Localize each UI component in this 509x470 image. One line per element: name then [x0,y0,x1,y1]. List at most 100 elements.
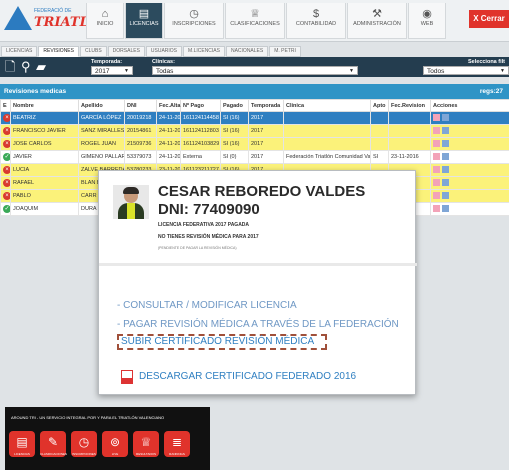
chevron-down-icon: ▼ [349,68,354,74]
promo-banner: AROUND TRI - UN SERVICIO INTEGRAL POR Y … [5,407,210,470]
col-dni[interactable]: DNI [124,99,157,112]
promo-clasificaciones[interactable]: ✎ CLASIFICACIONES [40,431,67,457]
edit-icon[interactable] [433,191,440,199]
promo-title: AROUND TRI - UN SERVICIO INTEGRAL POR Y … [11,415,165,420]
cell-nombre: JAVIER [10,150,79,164]
chevron-down-icon: ▼ [124,68,129,74]
consultar-licencia-link[interactable]: - CONSULTAR / MODIFICAR LICENCIA [117,300,297,311]
temporada-select[interactable]: 2017 ▼ [91,66,133,75]
table-row[interactable]: × JOSE CARLOS ROGEL JUAN 21509736 24-11-20 16… [0,137,509,151]
col-nombre[interactable]: Nombre [10,99,79,112]
document-icon[interactable] [442,152,449,160]
col-clinica[interactable]: Clínica [283,99,371,112]
promo-live[interactable]: ⊚ LIVE [102,431,128,457]
col-fec-alta[interactable]: Fec.Alta [156,99,181,112]
tab-licencias[interactable]: LICENCIAS [1,46,38,57]
dollar-icon: $ [312,8,320,20]
document-icon[interactable] [442,126,449,134]
cell-apto [370,124,389,138]
logo-subtitle: FEDERACIÓ DE [34,8,72,14]
status-cell: × [0,111,11,125]
edit-icon[interactable] [433,165,440,173]
table-row[interactable]: × FRANCISCO JAVIER SANZ MIRALLES 20154861 24… [0,124,509,138]
tab-usuarios[interactable]: USUARIOS [145,46,183,57]
edit-icon[interactable] [433,139,440,147]
cell-pagado: SI (0) [220,150,249,164]
revision-status: NO TIENES REVISIÓN MÉDICA PARA 2017 [158,234,259,240]
nav-inicio[interactable]: ⌂ INICIO [86,3,124,39]
tab-m-petri[interactable]: M. PETRI [269,46,301,57]
nav-clasificaciones[interactable]: ♕ CLASIFICACIONES [225,3,285,39]
actions-cell [430,202,509,216]
col-apto[interactable]: Apto [370,99,389,112]
nav-licencias[interactable]: ▤ LICENCIAS [125,3,163,39]
tab-revisiones[interactable]: REVISIONES [38,46,79,57]
document-icon[interactable] [442,178,449,186]
divider [99,263,417,266]
edit-icon[interactable] [433,204,440,212]
document-icon[interactable] [442,113,449,121]
document-icon[interactable] [442,165,449,173]
status-x-icon: × [3,192,10,200]
tab-clubs[interactable]: CLUBS [79,46,107,57]
document-icon[interactable] [442,204,449,212]
cell-pago: 161124114458 [180,111,221,125]
cell-alta: 24-11-2016 [156,137,181,151]
edit-icon[interactable] [433,152,440,160]
tab-dorsales[interactable]: DORSALES [107,46,145,57]
pencil-icon: ✎ [47,435,59,449]
tools-icon: ⚒ [372,8,382,20]
document-icon[interactable] [442,139,449,147]
tab-m-licencias[interactable]: M.LICENCIAS [183,46,225,57]
athlete-photo [113,185,149,219]
new-document-icon[interactable]: 🗋 [5,60,15,74]
athlete-dni: DNI: 77409090 [158,201,260,218]
cell-apellido: GIMENO PALLARES [78,150,125,164]
filter-bar: 🗋 ⚲ ▰ Temporada: 2017 ▼ Clínicas: Todas ▼ … [0,57,509,77]
cell-clinica [283,111,371,125]
cell-dni: 20019218 [124,111,157,125]
col-fec-revision[interactable]: Fec.Revision [388,99,431,112]
pagar-revision-link[interactable]: - PAGAR REVISIÓN MÉDICA A TRAVÉS DE LA F… [117,319,399,330]
cell-nombre: LUCIA [10,163,79,177]
status-x-icon: × [3,114,10,122]
athlete-name: CESAR REBOREDO VALDES [158,183,366,200]
main-nav: ⌂ INICIO ▤ LICENCIAS ◷ INSCRIPCIONES ♕ CLASI… [86,3,447,39]
edit-icon[interactable] [433,126,440,134]
col-num-pago[interactable]: Nº Pago [180,99,221,112]
edit-icon[interactable] [433,178,440,186]
folder-open-icon[interactable]: ▰ [36,60,46,74]
descargar-certificado-link[interactable]: DESCARGAR CERTIFICADO FEDERADO 2016 [139,371,356,382]
clinicas-select[interactable]: Todas ▼ [152,66,358,75]
promo-inscripciones[interactable]: ◷ INSCRIPCIONES [71,431,97,457]
col-temporada[interactable]: Temporada [248,99,284,112]
cell-clinica [283,124,371,138]
federation-logo[interactable]: FEDERACIÓ DE TRIATLÓ [4,6,100,36]
col-apellido[interactable]: Apellido [78,99,125,112]
tab-nacionales[interactable]: NACIONALES [225,46,269,57]
nav-administracion[interactable]: ⚒ ADMINISTRACIÓN [347,3,407,39]
table-row[interactable]: ✓JAVIERGIMENO PALLARES5337907324-11-2016… [0,150,509,164]
col-estado[interactable]: E [0,99,11,112]
nav-contabilidad[interactable]: $ CONTABILIDAD [286,3,346,39]
close-button[interactable]: X Cerrar [469,10,509,28]
status-check-icon: ✓ [3,205,10,213]
cell-temp: 2017 [248,137,284,151]
todos-select[interactable]: Todos ▼ [423,66,509,75]
cell-alta: 24-11-2016 [156,150,181,164]
subir-certificado-link[interactable]: SUBIR CERTIFICADO REVISIÓN MÉDICA [121,336,314,347]
cell-pagado: SI (16) [220,137,249,151]
search-icon[interactable]: ⚲ [21,60,31,74]
athlete-popup: CESAR REBOREDO VALDES DNI: 77409090 LICE… [98,170,417,395]
edit-icon[interactable] [433,113,440,121]
promo-rankings[interactable]: ≣ RANKINGS [164,431,190,457]
cell-rev: 23-11-2016 [388,150,431,164]
cell-temp: 2017 [248,124,284,138]
table-row[interactable]: ×BEATRIZGARCÍA LÓPEZ2001921824-11-201616… [0,111,509,125]
nav-inscripciones[interactable]: ◷ INSCRIPCIONES [164,3,224,39]
document-icon[interactable] [442,191,449,199]
nav-web[interactable]: ◉ WEB [408,3,446,39]
col-pagado[interactable]: Pagado [220,99,249,112]
promo-resultados[interactable]: ♕ RESULTADOS [133,431,159,457]
promo-licencias[interactable]: ▤ LICENCIAS [9,431,35,457]
